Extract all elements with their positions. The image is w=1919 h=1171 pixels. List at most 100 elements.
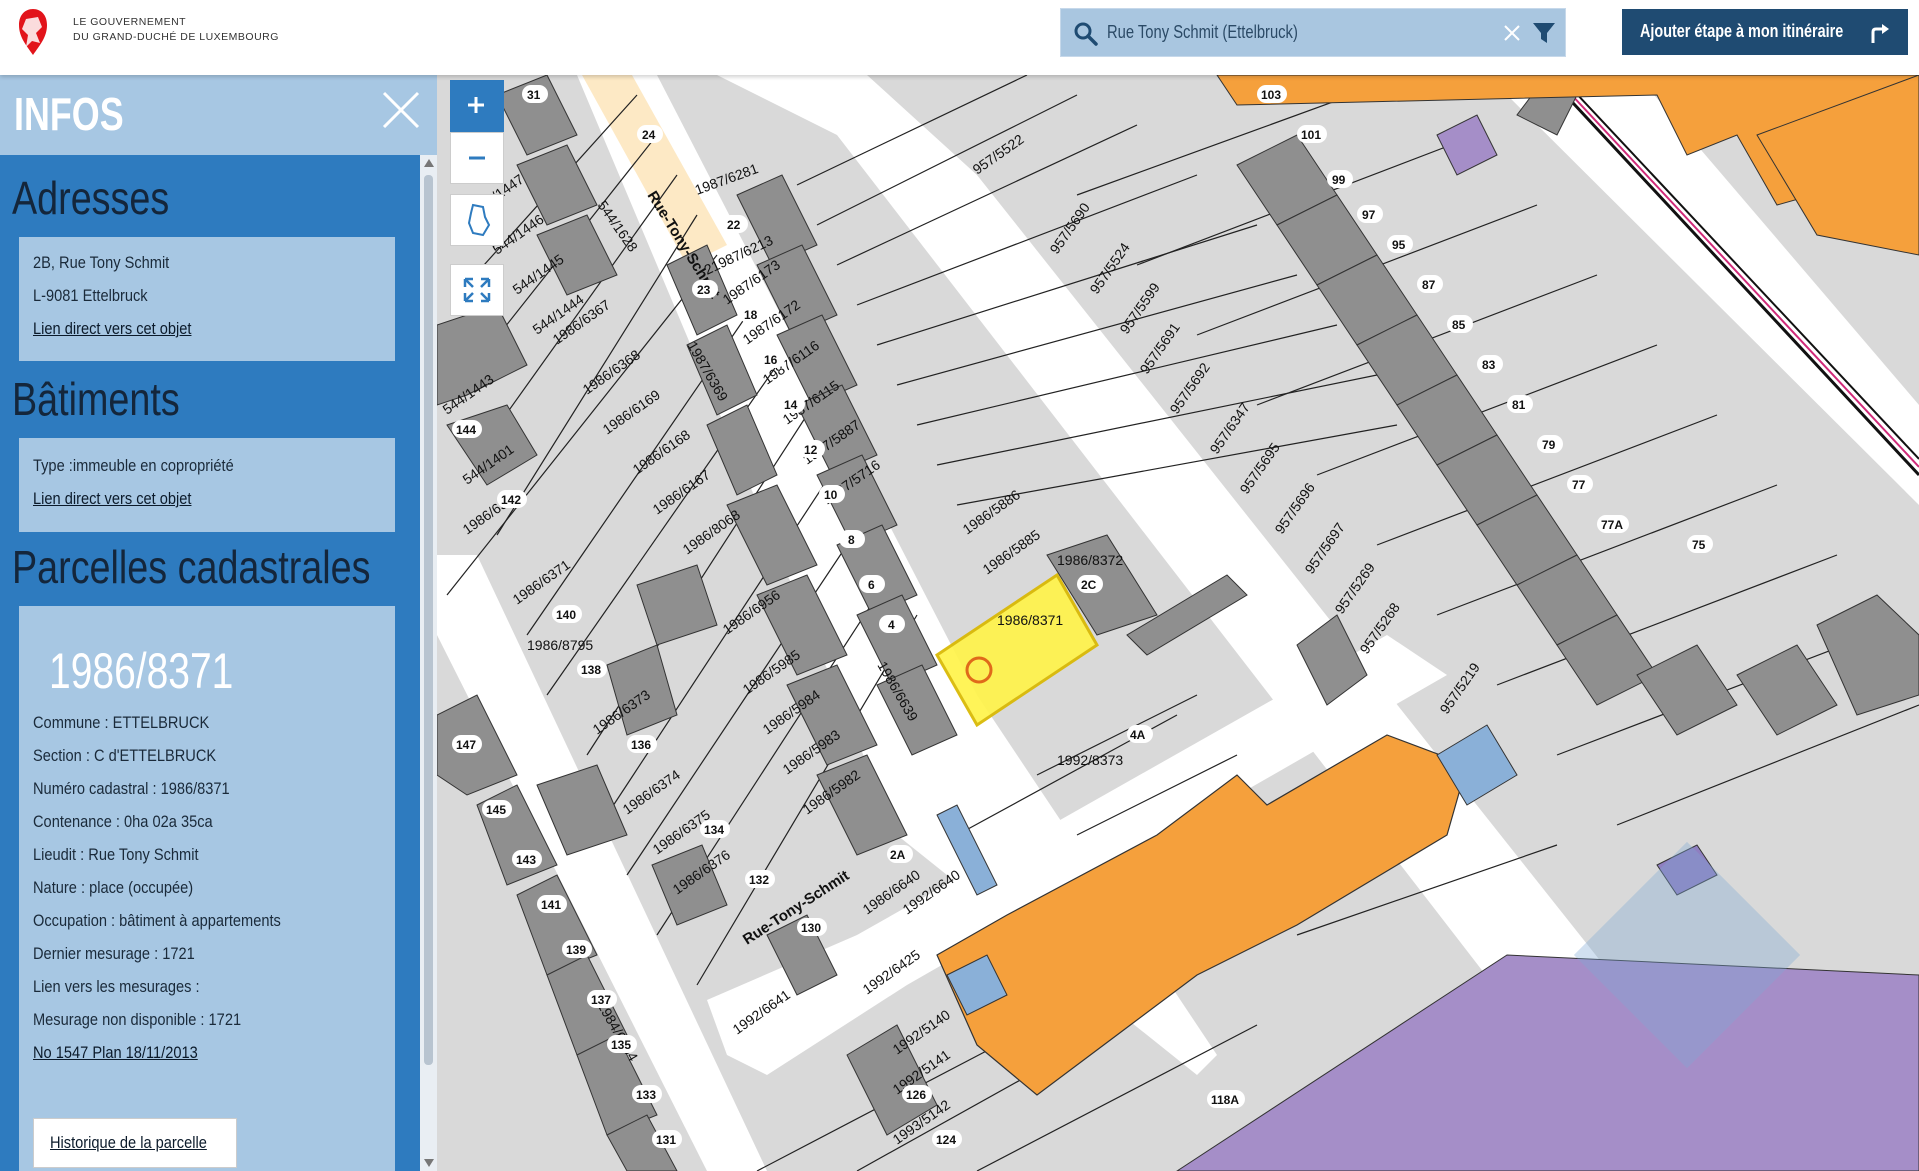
house-number: 18: [744, 308, 758, 322]
house-number-badge: 143: [512, 850, 542, 868]
house-number: 140: [556, 608, 576, 622]
house-number: 95: [1392, 238, 1406, 252]
house-number-badge: 101: [1297, 125, 1327, 143]
close-icon[interactable]: [380, 89, 422, 131]
house-number: 138: [581, 663, 601, 677]
house-number-badge: 144: [452, 420, 482, 438]
parcel-survey-links: Lien vers les mesurages :: [33, 977, 200, 996]
parcel-history-button[interactable]: Historique de la parcelle: [33, 1118, 237, 1168]
addresses-heading: Adresses: [12, 172, 170, 224]
house-number: 145: [486, 803, 506, 817]
building-direct-link[interactable]: Lien direct vers cet objet: [33, 489, 191, 509]
house-number: 79: [1542, 438, 1556, 452]
house-number-badge: 85: [1447, 315, 1473, 333]
clear-icon[interactable]: [1501, 22, 1523, 44]
house-number-badge: 24: [637, 125, 663, 143]
house-number: 77A: [1601, 518, 1623, 532]
house-number-badge: 103: [1257, 85, 1287, 103]
scroll-thumb[interactable]: [424, 175, 433, 1065]
expand-icon: [463, 277, 491, 303]
house-number: 147: [456, 738, 476, 752]
house-number: 81: [1512, 398, 1526, 412]
house-number-badge: 140: [552, 605, 582, 623]
house-number: 139: [566, 943, 586, 957]
house-number-badge: 75: [1687, 535, 1713, 553]
house-number-badge: 8: [839, 530, 865, 548]
building-type: Type :immeuble en copropriété: [33, 456, 234, 475]
house-number-badge: 23: [692, 280, 718, 298]
parcel-survey-unavailable: Mesurage non disponible : 1721: [33, 1010, 242, 1029]
house-number: 75: [1692, 538, 1706, 552]
parcels-heading: Parcelles cadastrales: [12, 541, 371, 593]
zoom-in-button[interactable]: [450, 80, 504, 132]
parcel-section: Section : C d'ETTELBRUCK: [33, 746, 217, 765]
house-number: 87: [1422, 278, 1436, 292]
house-number: 134: [704, 823, 724, 837]
cadastral-map[interactable]: 544/1443 544/1447 544/1446 544/1445 544/…: [437, 75, 1919, 1171]
buildings-card: Type :immeuble en copropriété Lien direc…: [19, 438, 395, 532]
house-number-badge: 135: [607, 1035, 637, 1053]
house-number: 130: [801, 921, 821, 935]
luxembourg-outline-icon: [467, 203, 491, 237]
house-number-badge: 16: [759, 350, 785, 368]
house-number-badge: 31: [522, 85, 548, 103]
house-number: 141: [541, 898, 561, 912]
map-canvas[interactable]: 544/1443 544/1447 544/1446 544/1445 544/…: [437, 75, 1919, 1171]
house-number: 131: [656, 1133, 676, 1147]
search-box[interactable]: Rue Tony Schmit (Ettelbruck): [1060, 8, 1566, 57]
house-number: 99: [1332, 173, 1346, 187]
info-panel-scrollbar[interactable]: [420, 155, 437, 1171]
house-number-badge: 18: [739, 305, 765, 323]
house-number: 101: [1301, 128, 1321, 142]
add-itinerary-step-button[interactable]: Ajouter étape à mon itinéraire: [1622, 9, 1908, 55]
parcel-label: 1986/8795: [527, 637, 593, 653]
parcel-label: 1992/8373: [1057, 752, 1123, 768]
minus-icon: [469, 156, 485, 160]
scroll-down-arrow[interactable]: [424, 1159, 434, 1167]
parcel-plan-link[interactable]: No 1547 Plan 18/11/2013: [33, 1043, 198, 1063]
address-line-2: L-9081 Ettelbruck: [33, 286, 148, 305]
search-icon: [1074, 22, 1098, 46]
house-number-badge: 142: [497, 490, 527, 508]
house-number: 23: [697, 283, 711, 297]
house-number-badge: 95: [1387, 235, 1413, 253]
address-line-1: 2B, Rue Tony Schmit: [33, 253, 170, 272]
parcel-lieudit: Lieudit : Rue Tony Schmit: [33, 845, 199, 864]
house-number-badge: 133: [632, 1085, 662, 1103]
house-number-badge: 97: [1357, 205, 1383, 223]
parcel-label: 1986/8372: [1057, 552, 1123, 568]
house-number-badge: 4: [879, 615, 905, 633]
filter-icon[interactable]: [1531, 21, 1557, 45]
house-number: 85: [1452, 318, 1466, 332]
house-number: 31: [527, 88, 541, 102]
address-direct-link[interactable]: Lien direct vers cet objet: [33, 319, 191, 339]
government-name: Le gouvernement du Grand-Duché de Luxemb…: [73, 15, 279, 45]
house-number-badge: 2A: [887, 845, 913, 863]
house-number: 4: [888, 618, 895, 632]
parcel-history-label: Historique de la parcelle: [50, 1133, 207, 1152]
parcel-last-survey: Dernier mesurage : 1721: [33, 944, 195, 963]
turn-right-arrow-icon: [1871, 24, 1889, 43]
house-number: 24: [642, 128, 656, 142]
parcel-contenance: Contenance : 0ha 02a 35ca: [33, 812, 213, 831]
house-number: 2A: [890, 848, 906, 862]
house-number: 10: [824, 488, 838, 502]
house-number-badge: 77: [1567, 475, 1593, 493]
house-number-badge: 145: [482, 800, 512, 818]
house-number: 12: [804, 443, 818, 457]
zoom-to-country-button[interactable]: [450, 194, 504, 246]
luxembourg-lion-logo[interactable]: [14, 7, 52, 59]
info-panel-title: INFOS: [14, 88, 124, 140]
search-input[interactable]: Rue Tony Schmit (Ettelbruck): [1107, 22, 1298, 43]
house-number: 14: [784, 398, 798, 412]
house-number: 16: [764, 353, 778, 367]
info-panel-header: INFOS: [0, 75, 437, 155]
house-number-badge: 132: [745, 870, 775, 888]
house-number: 143: [516, 853, 536, 867]
zoom-out-button[interactable]: [450, 132, 504, 184]
scroll-up-arrow[interactable]: [424, 159, 434, 167]
fullscreen-button[interactable]: [450, 264, 504, 316]
house-number-badge: 6: [859, 575, 885, 593]
addresses-card: 2B, Rue Tony Schmit L-9081 Ettelbruck Li…: [19, 237, 395, 361]
house-number-badge: 141: [537, 895, 567, 913]
